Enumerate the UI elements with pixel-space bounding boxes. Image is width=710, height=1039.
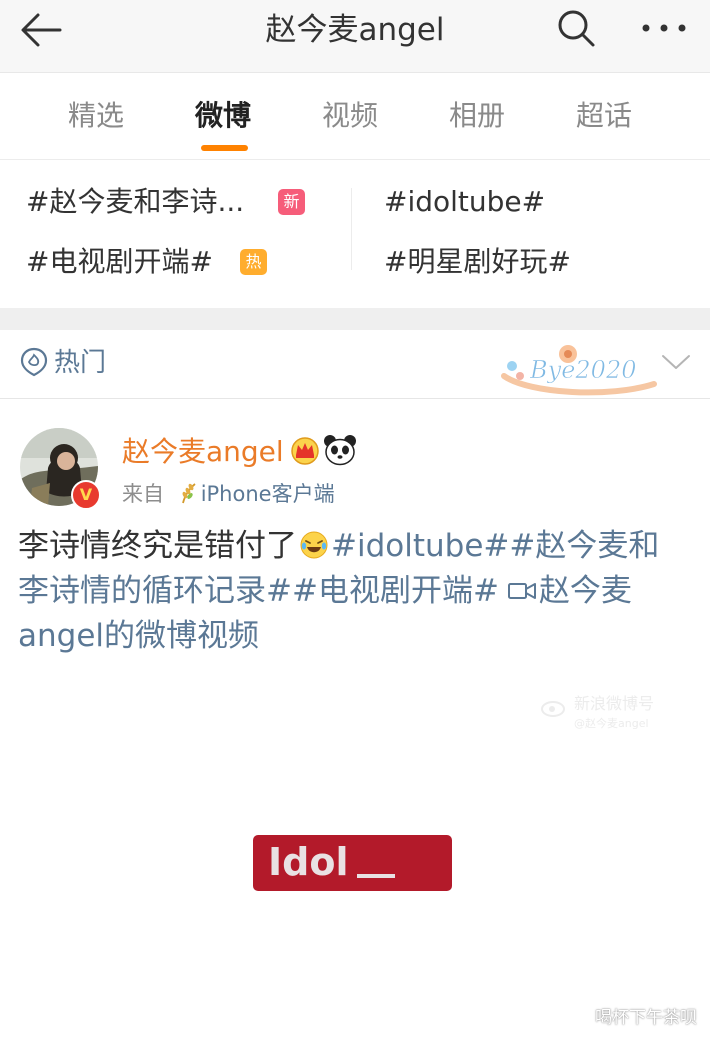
sticker-text: Bye2020 [529,356,636,384]
wheat-icon [181,483,196,504]
hot-badge: 热 [240,249,267,275]
video-camera-icon [507,583,536,599]
tab-weibo[interactable]: 微博 [195,99,251,133]
source-prefix: 来自 [122,482,164,506]
video-watermark-sub: @赵今麦angel [574,717,649,730]
tab-supertopic[interactable]: 超话 [576,99,632,133]
feed-filter-bar: 热门 Bye2020 [0,330,710,399]
topic-item[interactable]: #赵今麦和李诗... [26,184,244,220]
tab-album[interactable]: 相册 [449,99,505,133]
profile-tabs: 精选 微博 视频 相册 超话 [0,72,710,160]
laugh-cry-emoji-icon [300,531,328,559]
bye2020-sticker: Bye2020 [501,345,657,396]
new-badge: 新 [278,189,305,215]
divider [351,188,352,270]
topic-item[interactable]: #明星剧好玩# [384,244,571,280]
tab-featured[interactable]: 精选 [68,99,124,133]
top-bar: 赵今麦angel [0,0,710,72]
search-icon[interactable] [555,7,597,49]
video-watermark: 新浪微博号 @赵今麦angel [538,694,654,734]
topic-grid: #赵今麦和李诗... 新 #idoltube# #电视剧开端# 热 #明星剧好玩… [0,160,710,308]
tab-video[interactable]: 视频 [322,99,378,133]
video-card-text: Idol [268,840,349,884]
hashtag-link[interactable]: #电视剧开端# [292,573,499,609]
filter-hot-label[interactable]: 热门 [54,346,106,380]
video-title-card[interactable]: Idol [253,835,452,891]
topic-item[interactable]: #电视剧开端# [26,244,213,280]
corner-watermark: 喝杯下午茶呗 [595,1008,697,1028]
section-gap [0,308,710,330]
post-plain-text: 李诗情终究是错付了 [18,528,297,564]
video-watermark-text: 新浪微博号 [574,694,655,713]
source-client-link[interactable]: iPhone客户端 [201,482,335,506]
hashtag-link[interactable]: #idoltube# [331,528,509,564]
post-text: 李诗情终究是错付了 #idoltube##赵今麦和李诗情的循环记录##电视剧开端… [18,524,688,659]
verified-badge: V [71,480,101,510]
more-horizontal-icon[interactable] [640,18,688,38]
weibo-post: V 赵今麦angel 来自 iPhone客户端 李诗情终究是错付了 #idolt… [0,400,710,1039]
page-title: 赵今麦angel [265,12,445,48]
video-card-underscore [357,874,395,878]
post-username[interactable]: 赵今麦angel [122,434,284,470]
topic-item[interactable]: #idoltube# [384,184,545,220]
post-source: 来自 iPhone客户端 [122,480,335,508]
crown-icon [291,437,319,465]
active-tab-indicator [201,145,248,151]
chevron-down-icon[interactable] [660,350,692,374]
hot-location-icon [20,347,48,377]
panda-icon [324,435,356,466]
